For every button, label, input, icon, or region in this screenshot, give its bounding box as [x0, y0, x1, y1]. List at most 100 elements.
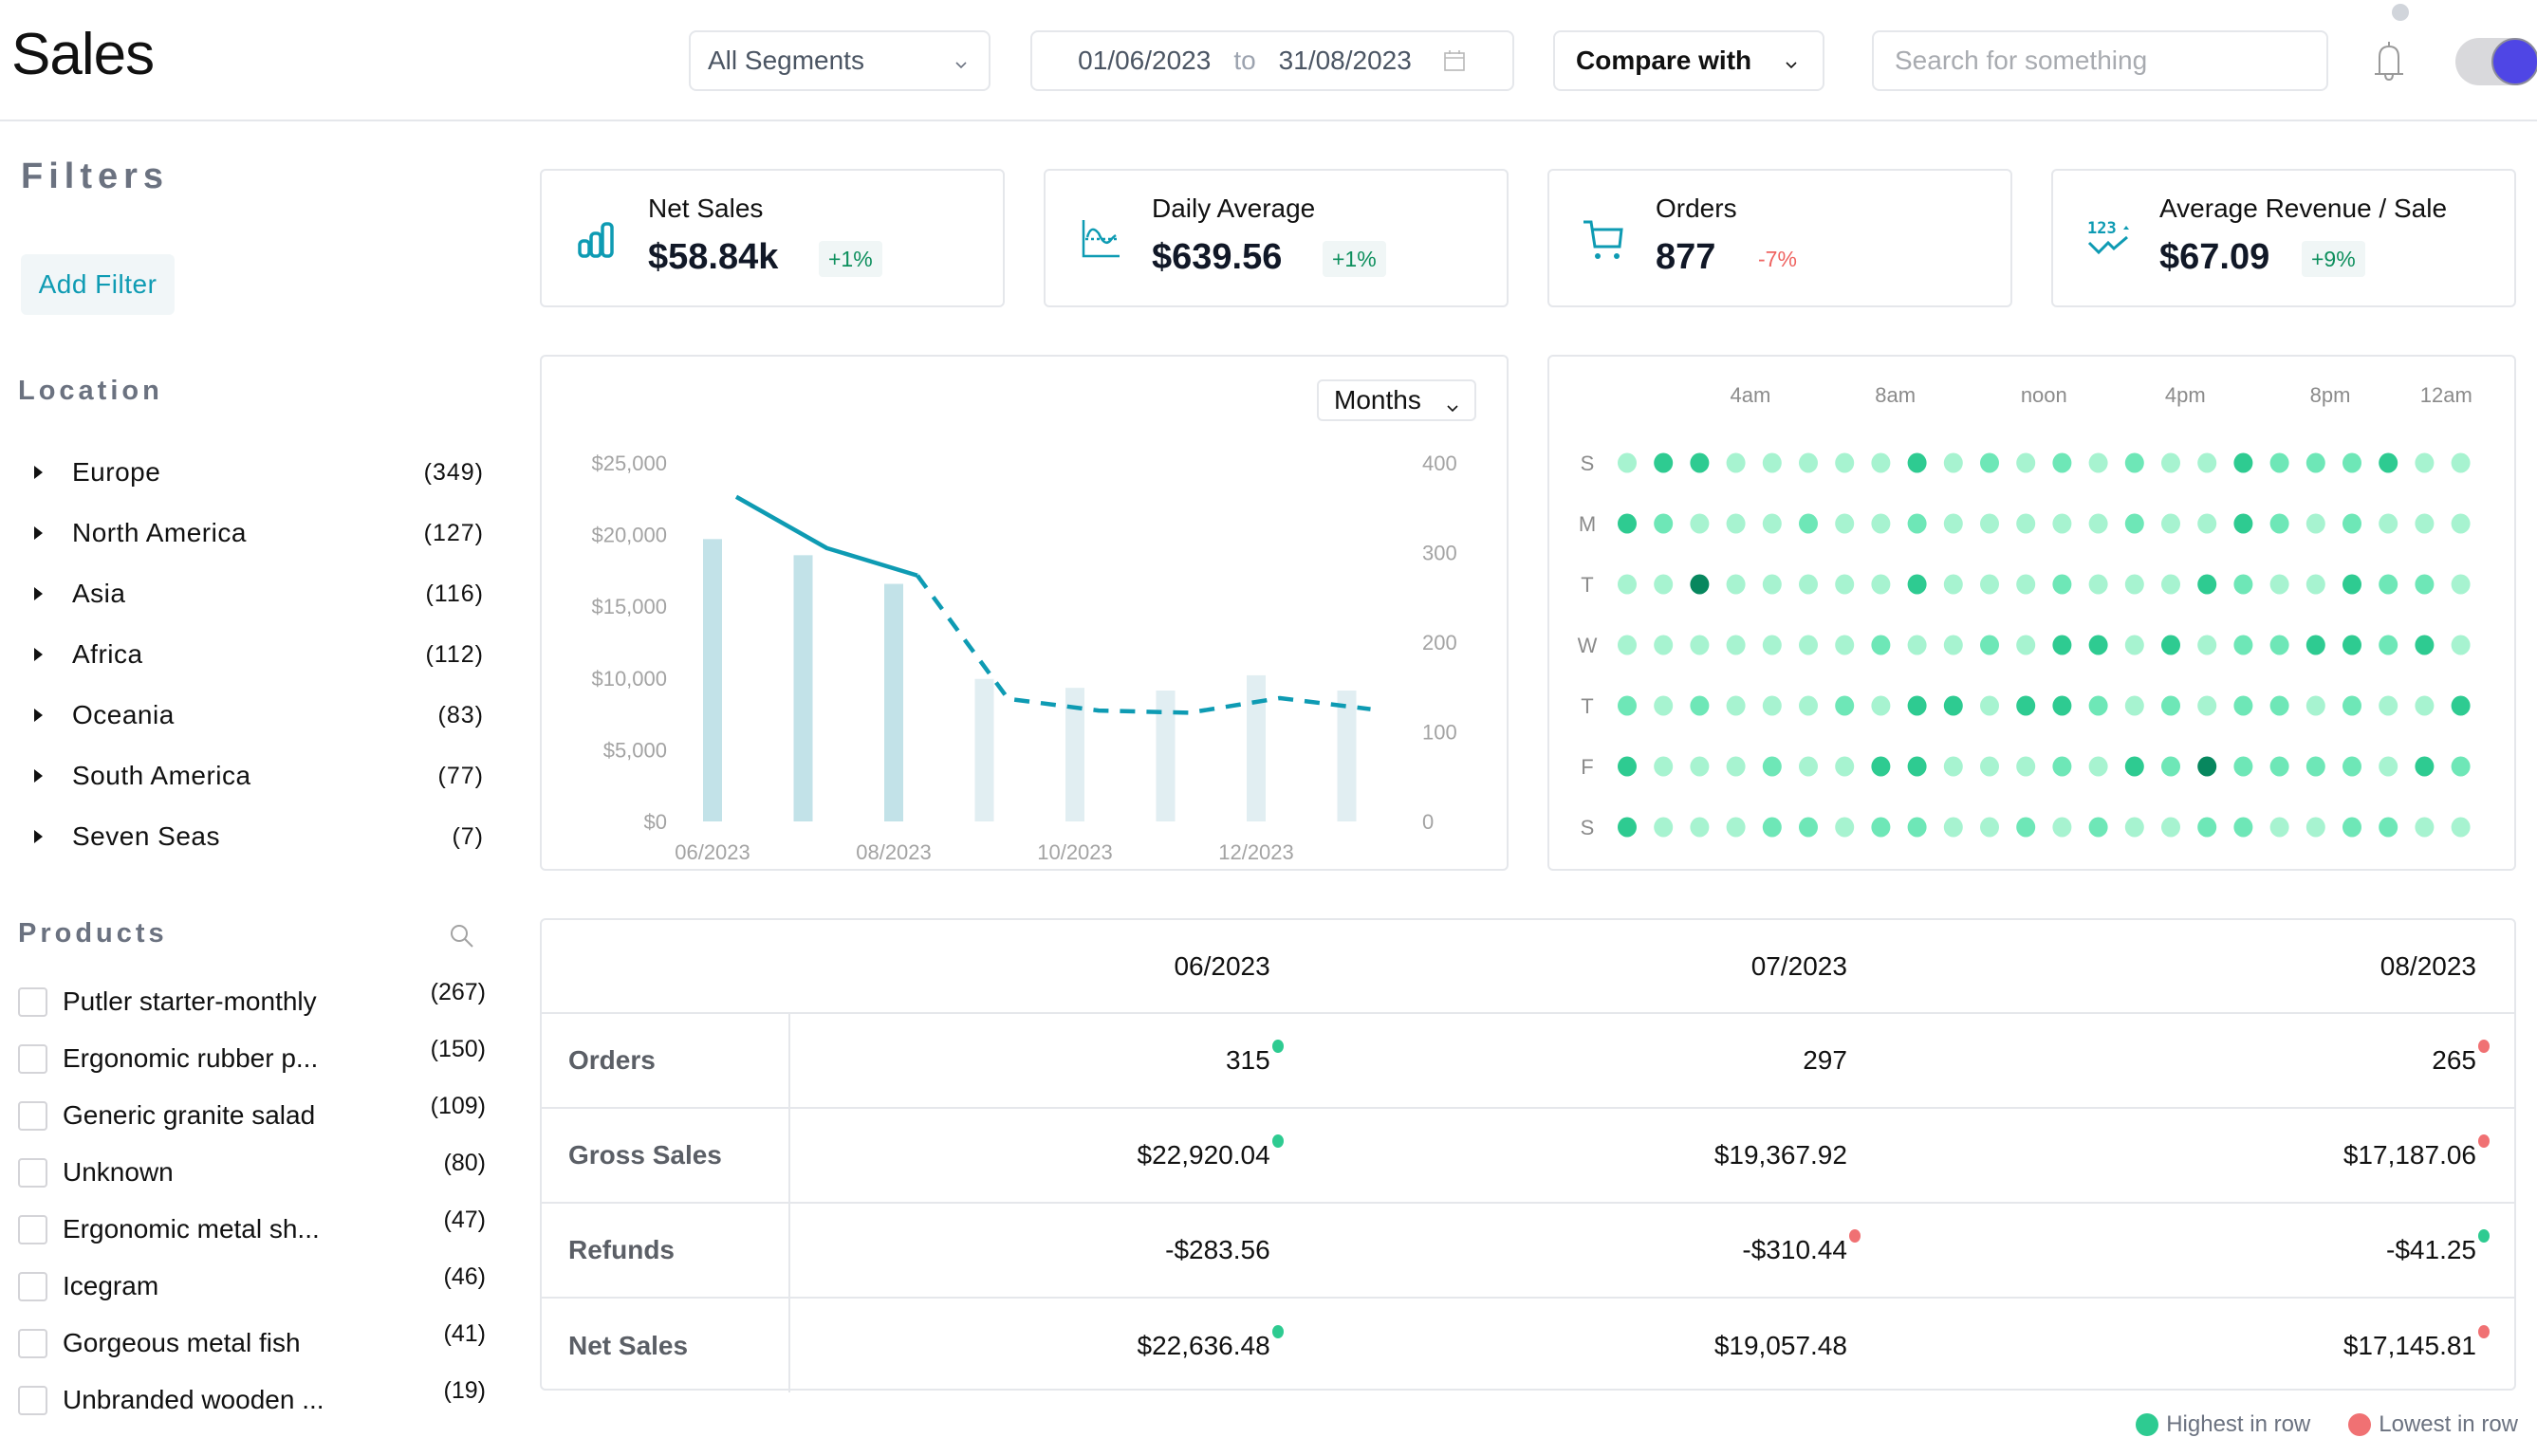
location-count: (127) [423, 519, 484, 546]
heatmap-cell [1762, 695, 1782, 716]
cell-value: -$310.44 [1742, 1229, 1861, 1265]
location-item[interactable]: Oceania (83) [0, 685, 512, 746]
product-checkbox[interactable] [18, 1214, 47, 1244]
cell-text: -$283.56 [1165, 1235, 1270, 1264]
product-checkbox[interactable] [18, 1271, 47, 1301]
compare-with-select[interactable]: Compare with [1553, 30, 1824, 91]
heatmap-cell [1618, 756, 1637, 777]
location-item[interactable]: South America (77) [0, 746, 512, 806]
product-item[interactable]: Generic granite salad (109) [0, 1087, 512, 1144]
heatmap-cell [2124, 574, 2144, 595]
date-to[interactable]: 31/08/2023 [1279, 46, 1412, 76]
heatmap-cell [1654, 574, 1674, 595]
heatmap-cell [1726, 817, 1746, 838]
heatmap-cell [2233, 695, 2253, 716]
period-select[interactable]: Months [1317, 379, 1476, 421]
heatmap-cell [2343, 452, 2361, 473]
calendar-icon[interactable] [1442, 48, 1467, 73]
period-select-value: Months [1334, 385, 1421, 415]
heatmap-cell [1980, 756, 1999, 777]
caret-right-icon[interactable] [34, 769, 43, 783]
caret-right-icon[interactable] [34, 648, 43, 661]
product-item[interactable]: Icegram (46) [0, 1258, 512, 1315]
date-range-picker[interactable]: 01/06/2023 to 31/08/2023 [1030, 30, 1514, 91]
heatmap-cell [2343, 695, 2361, 716]
product-item[interactable]: Ergonomic metal sh... (47) [0, 1201, 512, 1258]
highest-marker [2478, 1229, 2490, 1243]
orders-bar [1247, 674, 1266, 821]
cell-value: $19,057.48 [1714, 1331, 1847, 1361]
cell-text: -$310.44 [1742, 1235, 1847, 1264]
heatmap-cell [2415, 695, 2435, 716]
product-checkbox[interactable] [18, 1157, 47, 1188]
date-from[interactable]: 01/06/2023 [1078, 46, 1211, 76]
product-checkbox[interactable] [18, 1043, 47, 1074]
day-label: F [1581, 755, 1593, 779]
hour-label: 4pm [2165, 383, 2206, 407]
caret-right-icon[interactable] [34, 587, 43, 600]
heatmap-cell [2052, 817, 2072, 838]
caret-right-icon[interactable] [34, 466, 43, 479]
product-item[interactable]: Unbranded wooden ... (19) [0, 1372, 512, 1428]
kpi-title: Net Sales [648, 194, 764, 223]
heatmap-cell [2016, 452, 2036, 473]
location-item[interactable]: North America (127) [0, 503, 512, 563]
product-item[interactable]: Unknown (80) [0, 1144, 512, 1201]
cell-text: $19,057.48 [1713, 1330, 1847, 1360]
products-heading: Products [18, 918, 168, 949]
location-label: North America [72, 518, 247, 547]
theme-toggle[interactable] [2455, 38, 2537, 85]
left-axis-tick: $5,000 [603, 738, 667, 762]
kpi-card-average-revenue: 123 Average Revenue / Sale $67.09 +9% [2051, 169, 2516, 307]
cell-value: 265 [2432, 1040, 2490, 1076]
bell-icon[interactable] [2368, 38, 2410, 85]
product-checkbox[interactable] [18, 1100, 47, 1131]
day-label: T [1581, 694, 1593, 718]
heatmap-cell [2197, 635, 2217, 655]
x-axis-tick: 06/2023 [675, 840, 750, 864]
product-label: Icegram [63, 1271, 159, 1300]
heatmap-cell [2016, 756, 2036, 777]
left-axis-tick: $0 [644, 810, 667, 834]
heatmap-cell [1690, 695, 1710, 716]
heatmap-cell [2306, 513, 2325, 534]
product-checkbox[interactable] [18, 1385, 47, 1415]
segment-select[interactable]: All Segments [689, 30, 991, 91]
product-checkbox[interactable] [18, 986, 47, 1017]
heatmap-cell [2451, 756, 2471, 777]
kpi-title: Daily Average [1152, 194, 1316, 223]
location-item[interactable]: Africa (112) [0, 624, 512, 685]
location-item[interactable]: Asia (116) [0, 563, 512, 624]
product-item[interactable]: Ergonomic rubber p... (150) [0, 1030, 512, 1087]
sales-orders-chart: $0 $5,000 $10,000 $15,000 $20,000 $25,000 0 100… [591, 452, 1456, 864]
heatmap-cell [2343, 513, 2361, 534]
heatmap-cell [1835, 513, 1855, 534]
heatmap-cell [2233, 635, 2253, 655]
caret-right-icon[interactable] [34, 526, 43, 540]
search-input[interactable] [1872, 30, 2328, 91]
product-checkbox[interactable] [18, 1328, 47, 1358]
product-item[interactable]: Gorgeous metal fish (41) [0, 1315, 512, 1372]
table-header-month: 07/2023 [1376, 920, 1954, 1014]
heatmap-cell [2088, 635, 2108, 655]
caret-right-icon[interactable] [34, 709, 43, 722]
caret-right-icon[interactable] [34, 830, 43, 843]
product-item[interactable]: Putler starter-monthly (267) [0, 973, 512, 1030]
kpi-card-daily-average: Daily Average $639.56 +1% [1044, 169, 1509, 307]
heatmap-cell [2197, 756, 2217, 777]
location-item[interactable]: Europe (349) [0, 442, 512, 503]
hourly-heatmap: 4am 8am noon 4pm 8pm 12am S M T W T F S [1578, 383, 2472, 839]
add-filter-button[interactable]: Add Filter [21, 254, 175, 315]
table-cell: -$41.25 [1953, 1203, 2514, 1299]
top-bar: Sales All Segments 01/06/2023 to 31/08/2… [0, 0, 2537, 121]
location-count: (349) [423, 458, 484, 486]
location-item[interactable]: Seven Seas (7) [0, 806, 512, 867]
product-count: (41) [443, 1320, 486, 1347]
heatmap-cell [2197, 513, 2217, 534]
heatmap-cell [2415, 574, 2435, 595]
left-axis-tick: $15,000 [591, 595, 667, 618]
search-icon[interactable] [448, 922, 476, 950]
location-label: Seven Seas [72, 821, 220, 851]
table-cell: -$283.56 [789, 1203, 1377, 1299]
heatmap-cell [1726, 574, 1746, 595]
